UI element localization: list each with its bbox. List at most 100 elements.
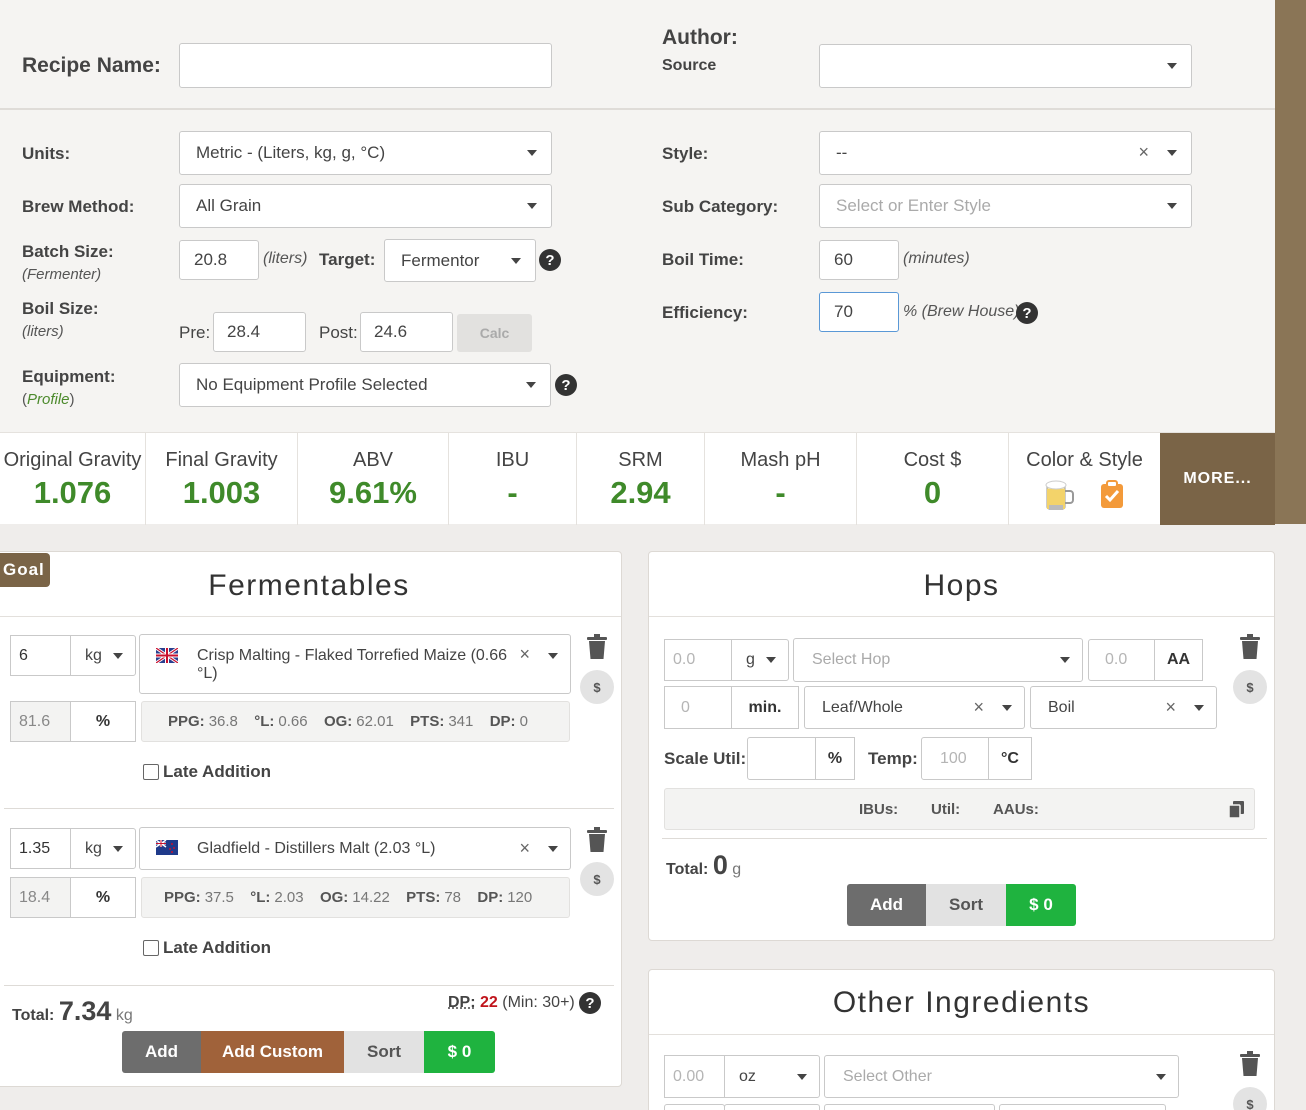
equipment-select[interactable]: No Equipment Profile Selected [179, 363, 551, 407]
hop-time-input[interactable]: 0 [664, 686, 732, 729]
other-ingredient-select[interactable]: Select Other [824, 1055, 1179, 1098]
divider [662, 838, 1267, 839]
add-hop-button[interactable]: Add [847, 884, 926, 926]
cost-total-button[interactable]: $ 0 [424, 1031, 495, 1073]
equipment-sublabel: (Profile) [22, 391, 75, 408]
cost-button[interactable]: $ [580, 670, 614, 704]
sort-button[interactable]: Sort [926, 884, 1006, 926]
clear-icon[interactable]: × [519, 644, 530, 665]
efficiency-input[interactable]: 70 [819, 292, 899, 332]
hop-use-value: Boil [1048, 698, 1075, 716]
cost-total-button[interactable]: $ 0 [1006, 884, 1076, 926]
late-addition-checkbox[interactable] [143, 764, 159, 780]
fermentable-percent-input[interactable]: 18.4 [10, 877, 71, 918]
nz-flag-icon [156, 840, 178, 855]
clear-icon[interactable]: × [519, 838, 530, 859]
beer-glass-icon[interactable] [1041, 477, 1077, 513]
stat-label: ABV [352, 449, 394, 471]
style-select[interactable]: -- × [819, 131, 1192, 175]
clear-icon[interactable]: × [1165, 697, 1176, 718]
subcategory-select[interactable]: Select or Enter Style [819, 184, 1192, 228]
hop-form-select[interactable]: Leaf/Whole × [804, 686, 1025, 729]
more-button[interactable]: MORE... [1160, 433, 1275, 525]
trash-icon[interactable] [586, 634, 608, 660]
units-label: Units: [22, 144, 71, 163]
next-row-input[interactable] [664, 1104, 725, 1110]
cost-button[interactable]: $ [580, 862, 614, 896]
stat-label: IBU [495, 449, 530, 471]
copy-icon[interactable] [1229, 801, 1245, 819]
scale-util-input[interactable] [747, 737, 816, 780]
boil-time-input[interactable]: 60 [819, 240, 899, 280]
background-strip-lower [1275, 524, 1306, 1110]
hop-unit-select[interactable]: g [731, 639, 789, 681]
hop-amount-input[interactable]: 0.0 [664, 639, 732, 681]
calc-button[interactable]: Calc [457, 314, 532, 352]
sort-button[interactable]: Sort [344, 1031, 424, 1073]
efficiency-unit: % (Brew House) [903, 303, 1020, 320]
boil-size-label: Boil Size: [22, 299, 99, 318]
percent-addon: % [815, 737, 855, 780]
source-label: Source [662, 57, 717, 74]
batch-size-label: Batch Size: [22, 242, 114, 261]
trash-icon[interactable] [586, 827, 608, 853]
fermentable-amount-input[interactable]: 6 [10, 635, 71, 676]
diastatic-power-summary: DP: 22 (Min: 30+) [448, 994, 575, 1011]
help-icon[interactable]: ? [579, 992, 601, 1014]
aa-addon: AA [1154, 639, 1203, 681]
author-label: Author: [662, 26, 738, 49]
unit-value: oz [739, 1067, 756, 1085]
stat-label: SRM [618, 449, 663, 471]
next-row-select[interactable] [999, 1104, 1166, 1110]
clear-icon[interactable]: × [1138, 142, 1149, 163]
recipe-name-input[interactable] [179, 43, 552, 88]
batch-size-input[interactable]: 20.8 [179, 240, 259, 280]
stat-value: 1.003 [182, 475, 261, 510]
alpha-acid-input[interactable]: 0.0 [1088, 639, 1155, 681]
units-select[interactable]: Metric - (Liters, kg, g, °C) [179, 131, 552, 175]
hop-use-select[interactable]: Boil × [1030, 686, 1217, 729]
next-row-select[interactable] [824, 1104, 995, 1110]
fermentable-select[interactable]: Gladfield - Distillers Malt (2.03 °L) × [139, 827, 571, 870]
cost-button[interactable]: $ [1233, 670, 1267, 704]
scale-util-label: Scale Util: [664, 749, 747, 768]
other-amount-input[interactable]: 0.00 [664, 1055, 725, 1098]
temp-input[interactable]: 100 [921, 737, 989, 780]
fermentable-unit-select[interactable]: kg [70, 635, 136, 676]
post-boil-input[interactable]: 24.6 [360, 312, 453, 352]
trash-icon[interactable] [1239, 1051, 1261, 1077]
chevron-down-icon [113, 845, 123, 852]
pre-boil-input[interactable]: 28.4 [213, 312, 306, 352]
fermentable-amount-input[interactable]: 1.35 [10, 828, 71, 869]
late-addition-checkbox[interactable] [143, 940, 159, 956]
help-icon[interactable]: ? [539, 249, 561, 271]
fermentable-percent-input[interactable]: 81.6 [10, 701, 71, 742]
trash-icon[interactable] [1239, 634, 1261, 660]
chevron-down-icon [1167, 150, 1177, 156]
late-addition-label: Late Addition [163, 762, 271, 781]
help-icon[interactable]: ? [555, 374, 577, 396]
hop-stats: IBUs: Util: AAUs: [664, 788, 1255, 830]
clear-icon[interactable]: × [973, 697, 984, 718]
chevron-down-icon [527, 203, 537, 209]
target-select[interactable]: Fermentor [384, 239, 536, 282]
author-select[interactable] [819, 44, 1192, 88]
clipboard-check-icon[interactable] [1099, 479, 1125, 509]
divider [4, 985, 614, 986]
recipe-settings-panel: Recipe Name: Author: Source Units: Metri… [0, 0, 1275, 432]
profile-link[interactable]: Profile [27, 391, 70, 408]
add-fermentable-button[interactable]: Add [122, 1031, 201, 1073]
help-icon[interactable]: ? [1016, 302, 1038, 324]
boil-time-label: Boil Time: [662, 250, 744, 269]
other-unit-select[interactable]: oz [724, 1055, 820, 1098]
brew-method-select[interactable]: All Grain [179, 184, 552, 228]
fermentable-name: Gladfield - Distillers Malt (2.03 °L) [197, 839, 436, 857]
target-value: Fermentor [401, 250, 480, 270]
fermentable-select[interactable]: Crisp Malting - Flaked Torrefied Maize (… [139, 634, 571, 694]
add-custom-button[interactable]: Add Custom [201, 1031, 344, 1073]
hop-select[interactable]: Select Hop [793, 638, 1083, 682]
next-row-select[interactable] [724, 1104, 820, 1110]
fermentable-unit-select[interactable]: kg [70, 828, 136, 869]
goal-tab[interactable]: Goal [0, 553, 50, 587]
celsius-addon: °C [988, 737, 1032, 780]
